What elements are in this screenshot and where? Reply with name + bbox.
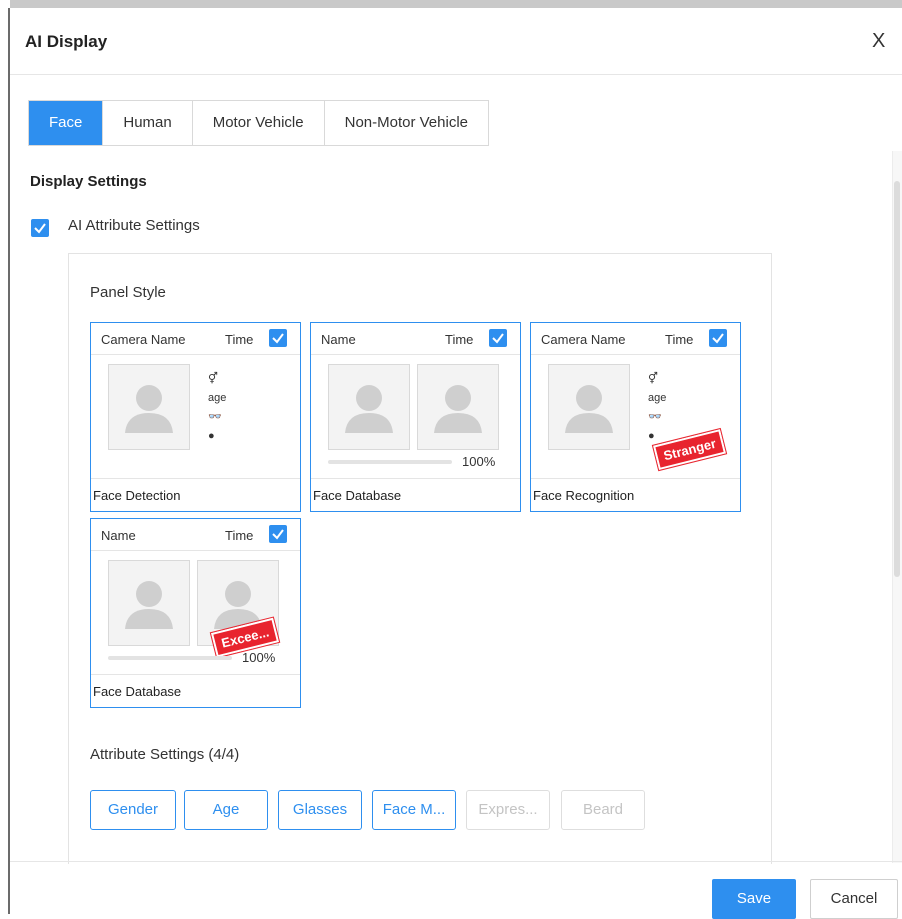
- card-header: Camera Name Time: [91, 323, 300, 355]
- person-silhouette-icon: [345, 385, 393, 433]
- card-footer-label: Face Detection: [93, 488, 181, 503]
- card-name-label: Name: [321, 332, 356, 347]
- save-button[interactable]: Save: [712, 879, 796, 919]
- type-tabs: Face Human Motor Vehicle Non-Motor Vehic…: [28, 100, 490, 146]
- card-name-label: Name: [101, 528, 136, 543]
- attribute-age-button[interactable]: Age: [184, 790, 268, 830]
- panel-card-face-database-2[interactable]: Name Time Excee... 100% Face Database: [90, 518, 301, 708]
- card-footer: Face Database: [311, 478, 520, 512]
- panel-card-face-detection[interactable]: Camera Name Time ⚥ age 👓 ● Face Detectio…: [90, 322, 301, 512]
- card-time-label: Time: [225, 528, 254, 543]
- window-frame-left: [0, 0, 10, 914]
- tab-motor-vehicle[interactable]: Motor Vehicle: [193, 101, 325, 145]
- person-silhouette-icon: [565, 385, 613, 433]
- panel-card-face-database[interactable]: Name Time 100% Face Database: [310, 322, 521, 512]
- face-thumbnail: [417, 364, 499, 450]
- display-settings-title: Display Settings: [30, 173, 147, 190]
- attribute-expression-button: Expres...: [466, 790, 550, 830]
- age-icon: age: [208, 392, 227, 404]
- vertical-scrollbar[interactable]: [892, 151, 902, 863]
- card-time-label: Time: [665, 332, 694, 347]
- face-thumbnail: [108, 364, 190, 450]
- mask-icon: ●: [208, 430, 215, 442]
- attribute-gender-button[interactable]: Gender: [90, 790, 176, 830]
- card-header: Camera Name Time: [531, 323, 740, 355]
- card-time-checkbox[interactable]: [269, 329, 287, 347]
- face-thumbnail: [548, 364, 630, 450]
- tab-face[interactable]: Face: [29, 101, 104, 145]
- face-thumbnail: [328, 364, 410, 450]
- ai-attribute-label: AI Attribute Settings: [68, 217, 200, 234]
- glasses-icon: 👓: [648, 411, 662, 423]
- tab-non-motor-vehicle[interactable]: Non-Motor Vehicle: [325, 101, 488, 145]
- age-icon: age: [648, 392, 667, 404]
- attribute-beard-button: Beard: [561, 790, 645, 830]
- panel-card-face-recognition[interactable]: Camera Name Time ⚥ age 👓 ● Stranger Face…: [530, 322, 741, 512]
- glasses-icon: 👓: [208, 411, 222, 423]
- gender-icon: ⚥: [648, 373, 658, 385]
- card-time-label: Time: [445, 332, 474, 347]
- scrollbar-thumb[interactable]: [894, 181, 900, 577]
- attribute-icons: ⚥ age 👓 ●: [648, 370, 666, 446]
- gender-icon: ⚥: [208, 373, 218, 385]
- window-frame-top: [0, 0, 902, 8]
- tab-human[interactable]: Human: [103, 101, 193, 145]
- dialog-title: AI Display: [25, 32, 108, 51]
- person-silhouette-icon: [125, 385, 173, 433]
- card-footer-label: Face Database: [313, 488, 402, 503]
- card-time-checkbox[interactable]: [269, 525, 287, 543]
- similarity-percent: 100%: [242, 650, 276, 665]
- check-icon: [272, 333, 284, 344]
- card-name-label: Camera Name: [541, 332, 626, 347]
- attribute-icons: ⚥ age 👓 ●: [208, 370, 226, 446]
- person-silhouette-icon: [434, 385, 482, 433]
- card-name-label: Camera Name: [101, 332, 186, 347]
- card-time-checkbox[interactable]: [709, 329, 727, 347]
- card-header: Name Time: [311, 323, 520, 355]
- similarity-bar: [328, 460, 452, 464]
- close-icon[interactable]: X: [872, 30, 885, 53]
- person-silhouette-icon: [125, 581, 173, 629]
- card-footer: Face Database: [91, 674, 300, 708]
- card-footer: Face Recognition: [531, 478, 740, 512]
- check-icon: [272, 529, 284, 540]
- dialog-header: AI Display X: [10, 8, 902, 75]
- cancel-button[interactable]: Cancel: [810, 879, 898, 919]
- similarity-percent: 100%: [462, 454, 496, 469]
- card-footer-label: Face Recognition: [533, 488, 635, 503]
- card-footer: Face Detection: [91, 478, 300, 512]
- card-time-checkbox[interactable]: [489, 329, 507, 347]
- similarity-bar: [108, 656, 232, 660]
- check-icon: [492, 333, 504, 344]
- card-header: Name Time: [91, 519, 300, 551]
- card-time-label: Time: [225, 332, 254, 347]
- dialog-footer: Save Cancel: [10, 861, 902, 919]
- check-icon: [34, 223, 46, 234]
- attribute-glasses-button[interactable]: Glasses: [278, 790, 362, 830]
- face-thumbnail: [108, 560, 190, 646]
- panel-style-title: Panel Style: [90, 284, 166, 301]
- ai-attribute-checkbox[interactable]: [31, 219, 49, 237]
- card-footer-label: Face Database: [93, 684, 182, 699]
- ai-display-dialog: AI Display X Face Human Motor Vehicle No…: [10, 8, 902, 919]
- attribute-face-mask-button[interactable]: Face M...: [372, 790, 456, 830]
- check-icon: [712, 333, 724, 344]
- attribute-settings-title: Attribute Settings (4/4): [90, 746, 240, 763]
